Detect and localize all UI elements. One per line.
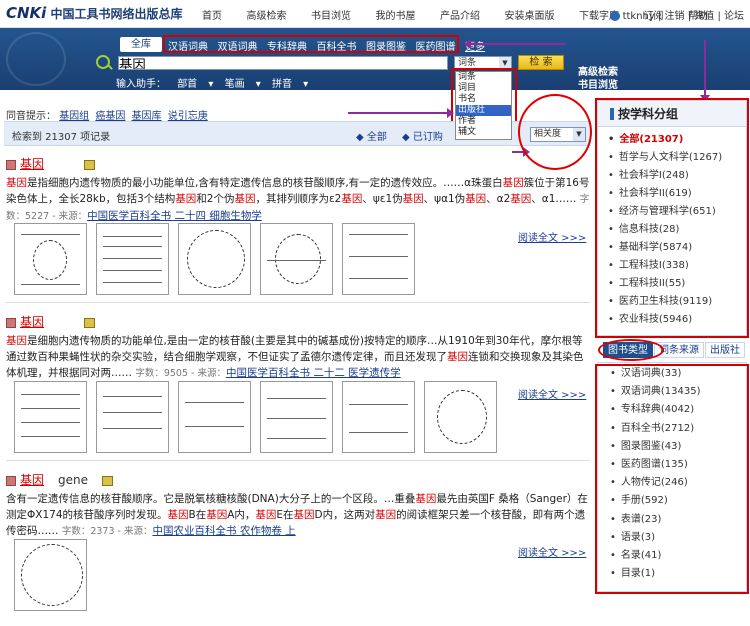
search-field-dropdown: 词条 词目 书名 出版社 作者 辅文 xyxy=(455,71,512,140)
result-meta: 字数：9505 - 来源： xyxy=(135,368,226,379)
cover-icon[interactable] xyxy=(84,317,96,328)
result-source[interactable]: 中国医学百科全书 二十二 医学遗传学 xyxy=(226,367,401,379)
annotation-arrow-subtabs xyxy=(464,39,566,49)
result-source[interactable]: 中国医学百科全书 二十四 细胞生物学 xyxy=(87,210,262,222)
annotation-arrow-sidebar xyxy=(700,40,710,102)
nav-product[interactable]: 产品介绍 xyxy=(440,11,480,22)
top-bar: CNKi 中国工具书网络出版总库 首页 高级检索 书目浏览 我的书屋 产品介绍 … xyxy=(0,0,750,28)
option-appendix[interactable]: 辅文 xyxy=(456,127,511,138)
input-helper: 输入助手： 部首 ▾ 笔画 ▾ 拼音 ▾ xyxy=(116,75,316,90)
helper-radical[interactable]: 部首 ▾ xyxy=(177,79,213,90)
page-thumbnail[interactable] xyxy=(178,223,251,295)
result-divider xyxy=(6,302,590,303)
result-count: 检索到 21307 项记录 xyxy=(12,132,111,143)
page-thumbnail[interactable] xyxy=(14,381,87,453)
logout-link[interactable]: 注销 xyxy=(665,11,685,22)
search-icon xyxy=(96,55,110,69)
subject-panel-highlight-box xyxy=(595,98,749,338)
page-thumbnail[interactable] xyxy=(260,223,333,295)
user-icon xyxy=(609,11,620,21)
browse-link[interactable]: 书目浏览 xyxy=(578,79,618,92)
page-thumbnail[interactable] xyxy=(14,223,87,295)
page-thumbnail[interactable] xyxy=(342,381,415,453)
option-author[interactable]: 作者 xyxy=(456,116,511,127)
result-item: 基因 基因是指细胞内遗传物质的最小功能单位,含有特定遗传信息的核苷酸顺序,有一定… xyxy=(6,155,590,223)
banner-decoration xyxy=(6,32,66,86)
recharge-link[interactable]: 充值 xyxy=(694,11,714,22)
search-field-value: 词条 xyxy=(458,58,477,68)
logo-mark: CNKi xyxy=(6,4,47,22)
page-thumbnail[interactable] xyxy=(96,381,169,453)
helper-strokes[interactable]: 笔画 ▾ xyxy=(225,79,261,90)
nav-desktop[interactable]: 安装桌面版 xyxy=(505,11,555,22)
result-snippet: 含有一定遗传信息的核苷酸顺序。它是脱氧核糖核酸(DNA)大分子上的一个区段。…重… xyxy=(6,493,588,537)
page-thumbnail[interactable] xyxy=(342,223,415,295)
result-title[interactable]: 基因 xyxy=(20,473,44,487)
nav-browse[interactable]: 书目浏览 xyxy=(311,11,351,22)
username: ttknhy xyxy=(622,11,655,22)
user-toolbar: ttknhy | 注销 | 充值 | 论坛 xyxy=(609,7,744,22)
nav-home[interactable]: 首页 xyxy=(202,11,222,22)
option-book-title[interactable]: 书名 xyxy=(456,94,511,105)
read-full-link[interactable]: 阅读全文 >>> xyxy=(518,229,586,244)
filter-ordered[interactable]: ◆ 已订购 xyxy=(402,128,443,143)
similar-terms: 同音提示： 基因组 癌基因 基因库 说引忘庚 xyxy=(6,107,211,122)
cover-icon[interactable] xyxy=(102,475,114,486)
result-title[interactable]: 基因 xyxy=(20,315,44,329)
read-full-link[interactable]: 阅读全文 >>> xyxy=(518,386,586,401)
result-item: 基因 gene 含有一定遗传信息的核苷酸顺序。它是脱氧核糖核酸(DNA)大分子上的… xyxy=(6,471,590,539)
tab-publisher[interactable]: 出版社 xyxy=(705,342,745,358)
tab-highlight-circle xyxy=(598,339,664,361)
page-thumbnail[interactable] xyxy=(260,381,333,453)
option-publisher[interactable]: 出版社 xyxy=(456,105,511,116)
book-icon xyxy=(6,317,16,328)
page-thumbnail[interactable] xyxy=(14,539,87,611)
nav-advanced-search[interactable]: 高级检索 xyxy=(247,11,287,22)
nav-my-shelf[interactable]: 我的书屋 xyxy=(376,11,416,22)
advanced-search-link[interactable]: 高级检索 xyxy=(578,66,618,79)
logo-text: 中国工具书网络出版总库 xyxy=(50,7,183,21)
result-divider xyxy=(6,460,590,461)
search-button[interactable]: 检 索 xyxy=(518,55,564,70)
filter-all[interactable]: ◆ 全部 xyxy=(356,128,387,143)
result-meta: 字数：2373 - 来源： xyxy=(61,526,153,537)
logo[interactable]: CNKi 中国工具书网络出版总库 xyxy=(6,4,183,22)
tab-all-library[interactable]: 全库 xyxy=(120,37,162,52)
result-snippet: 基因是指细胞内遗传物质的最小功能单位,含有特定遗传信息的核苷酸顺序,有一定的遗传… xyxy=(6,177,590,222)
helper-pinyin[interactable]: 拼音 ▾ xyxy=(272,79,308,90)
forum-link[interactable]: 论坛 xyxy=(724,11,744,22)
option-entry[interactable]: 词条 xyxy=(456,72,511,83)
annotation-arrow-dropdown xyxy=(348,108,454,118)
option-headword[interactable]: 词目 xyxy=(456,83,511,94)
result-title-row: 基因 xyxy=(6,155,590,172)
read-full-link[interactable]: 阅读全文 >>> xyxy=(518,544,586,559)
search-input[interactable] xyxy=(118,56,448,70)
book-icon xyxy=(6,475,16,486)
result-source[interactable]: 中国农业百科全书 农作物卷 上 xyxy=(153,525,296,537)
book-type-highlight-box xyxy=(595,364,749,594)
cover-icon[interactable] xyxy=(84,159,96,170)
page-thumbnail[interactable] xyxy=(424,381,497,453)
page-thumbnail[interactable] xyxy=(96,223,169,295)
result-english-title: gene xyxy=(58,473,89,487)
result-title[interactable]: 基因 xyxy=(20,157,44,171)
result-title-row: 基因 gene xyxy=(6,471,590,488)
result-snippet: 基因是细胞内遗传物质的功能单位,是由一定的核苷酸(主要是其中的碱基成份)按特定的… xyxy=(6,335,584,379)
result-item: 基因 基因是细胞内遗传物质的功能单位,是由一定的核苷酸(主要是其中的碱基成份)按… xyxy=(6,313,590,381)
result-title-row: 基因 xyxy=(6,313,590,330)
book-icon xyxy=(6,159,16,170)
page-thumbnail[interactable] xyxy=(178,381,251,453)
helper-label: 输入助手： xyxy=(116,79,166,90)
subtabs-highlight-box xyxy=(163,35,459,53)
